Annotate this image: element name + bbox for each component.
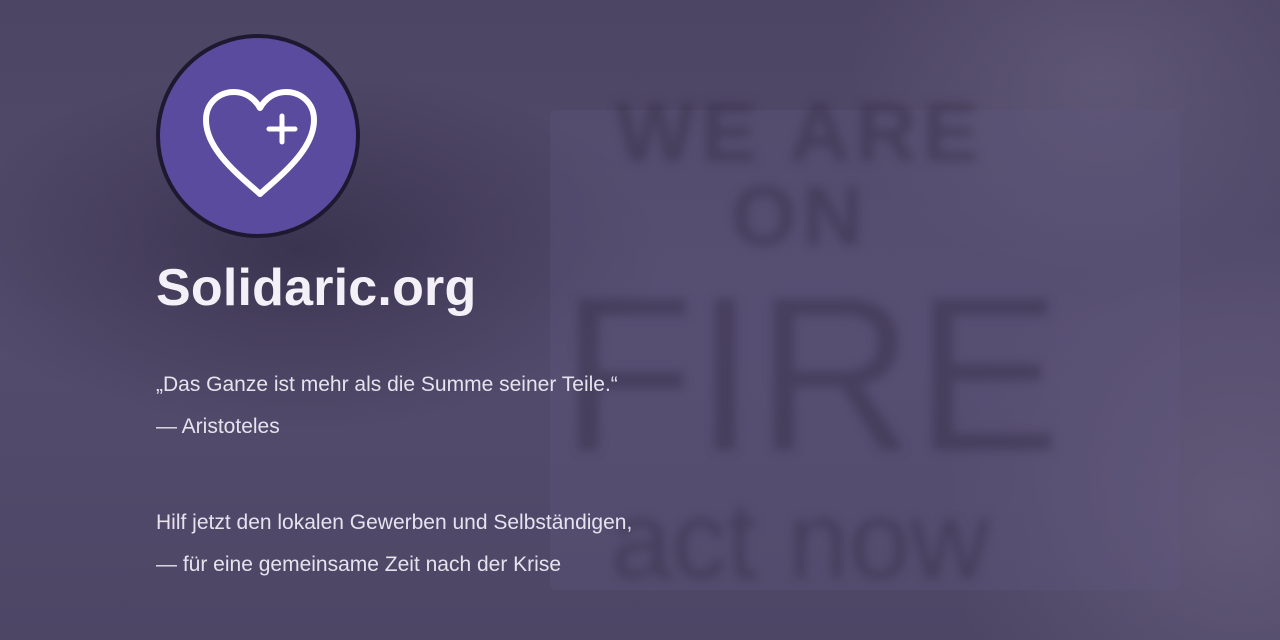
tagline: — für eine gemeinsame Zeit nach der Kris…	[156, 553, 562, 576]
site-title: Solidaric.org	[156, 259, 477, 317]
heart-plus-icon	[203, 89, 317, 197]
quote-author: — Aristoteles	[156, 415, 280, 438]
sign-line-1: WE ARE ON	[615, 85, 985, 263]
sign-line-2: FIRE	[560, 251, 1062, 497]
sign-line-3: act now	[610, 479, 990, 602]
call-to-action-line: Hilf jetzt den lokalen Gewerben und Selb…	[156, 511, 633, 534]
quote-text: „Das Ganze ist mehr als die Summe seiner…	[156, 373, 618, 396]
logo	[156, 34, 360, 238]
